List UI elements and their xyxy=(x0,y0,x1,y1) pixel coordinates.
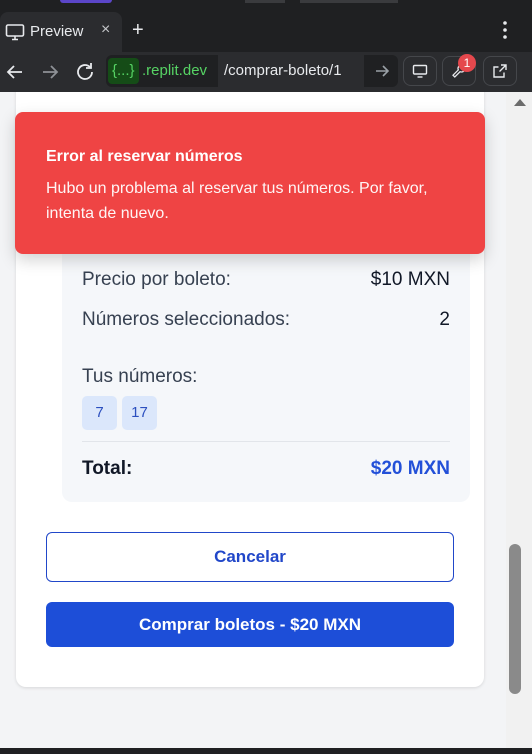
browser-navbar: {...} .replit.dev /comprar-boleto/1 xyxy=(0,52,532,92)
monitor-icon xyxy=(5,24,25,41)
total-value: $20 MXN xyxy=(370,458,450,479)
total-label: Total: xyxy=(82,458,133,479)
external-link-icon xyxy=(493,64,507,78)
selected-label: Números seleccionados: xyxy=(82,309,291,330)
toast-title: Error al reservar números xyxy=(46,148,243,165)
price-value: $10 MXN xyxy=(370,269,450,290)
divider xyxy=(82,441,450,442)
monitor-icon xyxy=(412,64,428,78)
notification-badge: 1 xyxy=(458,54,476,72)
url-path[interactable]: /comprar-boleto/1 xyxy=(218,55,364,87)
price-label: Precio por boleto: xyxy=(82,269,231,290)
selected-value: 2 xyxy=(439,309,450,330)
url-host: .replit.dev xyxy=(142,62,208,79)
devices-button[interactable] xyxy=(403,56,437,86)
tab-ghost xyxy=(300,0,398,3)
error-toast: Error al reservar números Hubo un proble… xyxy=(15,112,485,254)
tab-preview[interactable]: Preview × xyxy=(0,12,122,52)
arrow-right-icon[interactable] xyxy=(39,61,61,83)
arrow-right-icon[interactable] xyxy=(372,61,392,81)
your-numbers-label: Tus números: xyxy=(82,366,198,387)
selected-row: Números seleccionados: 2 xyxy=(82,309,450,331)
reload-icon[interactable] xyxy=(74,61,96,83)
number-chip: 7 xyxy=(82,396,117,430)
tab-title: Preview xyxy=(30,23,84,40)
price-row: Precio por boleto: $10 MXN xyxy=(82,269,450,291)
new-tab-button[interactable]: + xyxy=(132,18,144,42)
toast-message: Hubo un problema al reservar tus números… xyxy=(46,180,428,222)
url-host-brace: {...} xyxy=(108,58,139,84)
scroll-thumb[interactable] xyxy=(509,544,521,694)
scroll-up-icon[interactable] xyxy=(514,99,526,106)
buy-tickets-button[interactable]: Comprar boletos - $20 MXN xyxy=(46,602,454,647)
address-bar[interactable]: {...} .replit.dev /comprar-boleto/1 xyxy=(106,55,398,87)
number-chip: 17 xyxy=(122,396,157,430)
arrow-left-icon[interactable] xyxy=(4,61,26,83)
scrollbar[interactable] xyxy=(506,92,532,748)
tab-accent xyxy=(60,0,112,3)
order-summary: Precio por boleto: $10 MXN Números selec… xyxy=(62,232,470,502)
window-bottom-edge xyxy=(0,748,532,754)
cancel-button[interactable]: Cancelar xyxy=(46,532,454,582)
tab-close-icon[interactable]: × xyxy=(101,21,110,39)
tab-ghost xyxy=(245,0,285,3)
kebab-icon[interactable] xyxy=(497,18,513,42)
open-external-button[interactable] xyxy=(483,56,517,86)
browser-tabbar: Preview × + xyxy=(0,0,532,52)
